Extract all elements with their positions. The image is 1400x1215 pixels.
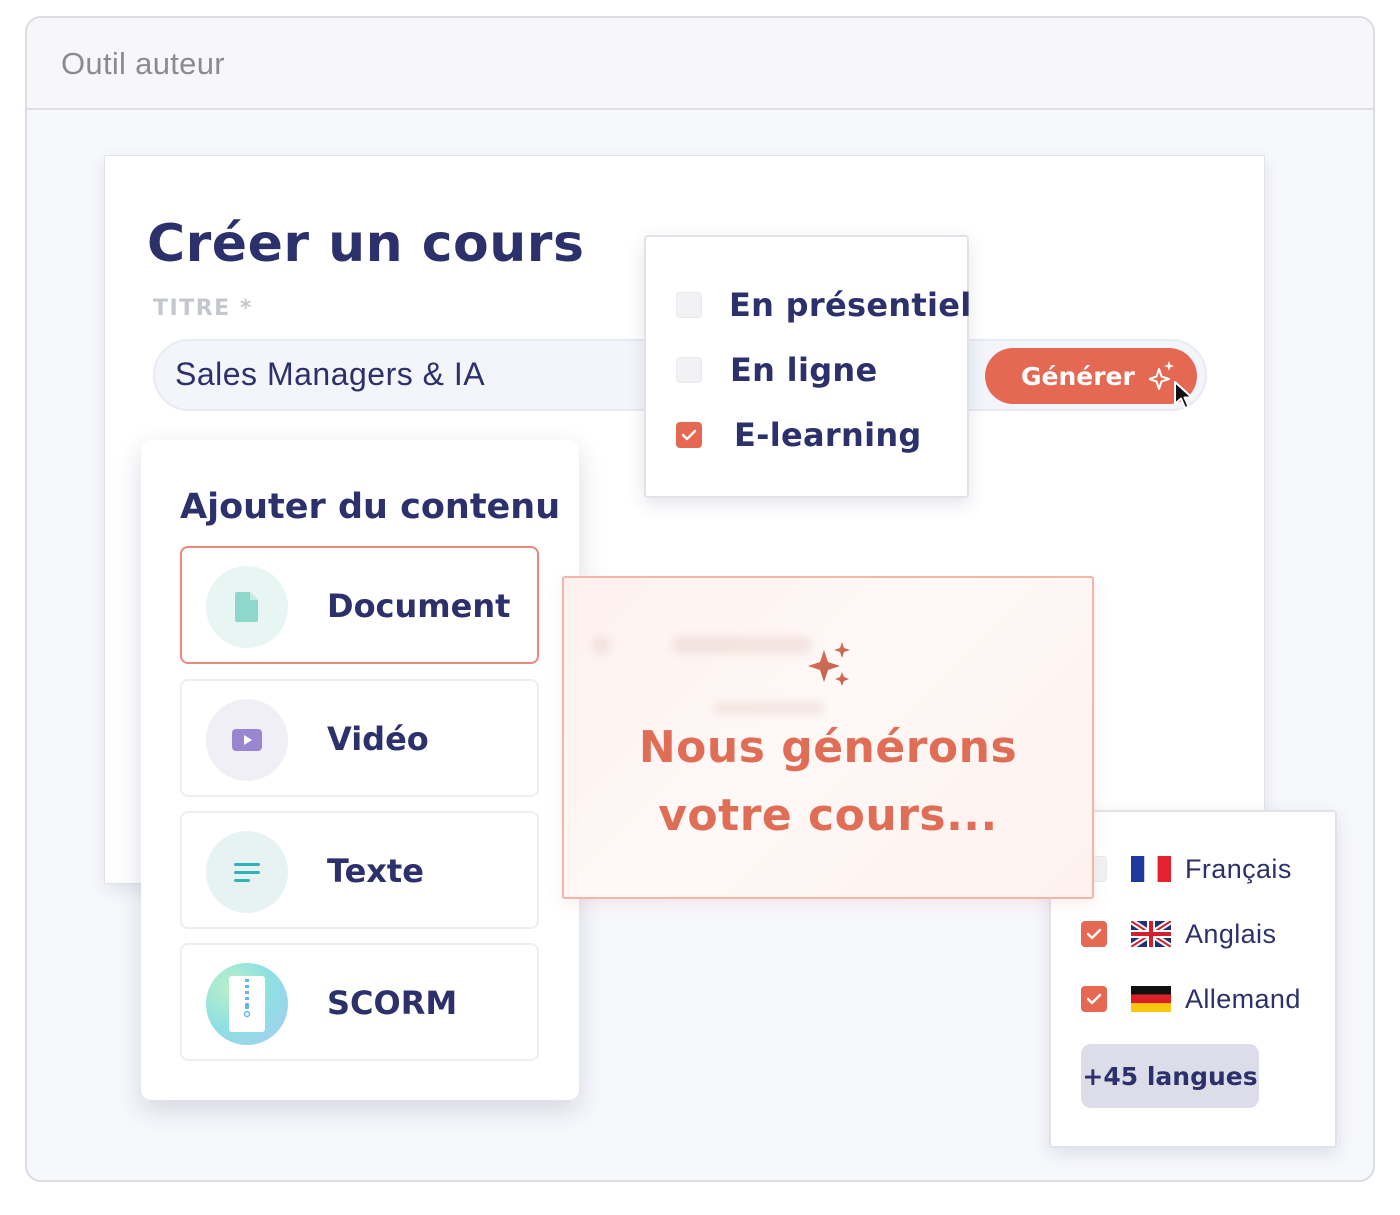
content-item-label: SCORM <box>327 984 458 1022</box>
checkbox[interactable] <box>676 292 702 318</box>
blurred-placeholder <box>672 636 812 654</box>
window-title: Outil auteur <box>61 46 225 81</box>
checkbox-checked[interactable] <box>1081 921 1107 947</box>
content-item-text[interactable]: Texte <box>180 811 539 929</box>
checkbox-checked[interactable] <box>676 422 702 448</box>
france-flag-icon <box>1131 856 1171 882</box>
format-option-en-ligne[interactable]: En ligne <box>676 350 878 390</box>
generating-message-line1: Nous générons <box>638 722 1018 773</box>
check-icon <box>1086 993 1102 1005</box>
generating-message-line2: votre cours... <box>658 790 998 841</box>
course-title-value: Sales Managers & IA <box>175 356 486 392</box>
add-content-heading: Ajouter du contenu <box>180 487 561 527</box>
uk-flag-icon <box>1131 921 1171 947</box>
more-languages-button[interactable]: +45 langues <box>1081 1044 1259 1108</box>
blurred-placeholder <box>592 636 610 654</box>
content-item-label: Texte <box>327 852 424 890</box>
generate-button-label: Générer <box>1021 361 1135 391</box>
language-option-francais[interactable]: Français <box>1081 852 1292 886</box>
format-option-label: En ligne <box>730 351 878 389</box>
content-item-document[interactable]: Document <box>180 546 539 664</box>
content-item-video[interactable]: Vidéo <box>180 679 539 797</box>
check-icon <box>681 429 697 441</box>
generate-button[interactable]: Générer <box>985 348 1197 404</box>
page-title: Créer un cours <box>147 214 585 274</box>
format-option-presentiel[interactable]: En présentiel <box>676 285 972 325</box>
check-icon <box>1086 928 1102 940</box>
format-option-label: E-learning <box>734 416 922 454</box>
language-label: Français <box>1185 853 1292 884</box>
add-content-panel: Ajouter du contenu Document Vidéo Texte … <box>141 440 579 1100</box>
sparkle-icon <box>1148 361 1174 390</box>
checkbox-checked[interactable] <box>1081 986 1107 1012</box>
video-icon <box>206 699 288 781</box>
blurred-placeholder <box>714 702 824 714</box>
format-option-e-learning[interactable]: E-learning <box>676 415 922 455</box>
window-header: Outil auteur <box>27 18 1373 110</box>
mouse-cursor-icon <box>1174 381 1193 409</box>
language-label: Anglais <box>1185 918 1277 949</box>
content-item-scorm[interactable]: SCORM <box>180 943 539 1061</box>
language-label: Allemand <box>1185 983 1301 1014</box>
document-icon <box>206 566 288 648</box>
language-option-allemand[interactable]: Allemand <box>1081 982 1301 1016</box>
format-option-label: En présentiel <box>729 286 972 324</box>
title-field-label: TITRE * <box>153 296 253 321</box>
language-option-anglais[interactable]: Anglais <box>1081 917 1276 951</box>
content-item-label: Vidéo <box>327 720 429 758</box>
scorm-archive-icon <box>206 963 288 1045</box>
content-item-label: Document <box>327 587 511 625</box>
text-lines-icon <box>206 831 288 913</box>
generating-course-overlay: Nous générons votre cours... <box>562 576 1094 899</box>
sparkle-icon <box>808 642 850 686</box>
format-options-panel: En présentiel En ligne E-learning <box>644 235 972 498</box>
checkbox[interactable] <box>676 357 702 383</box>
germany-flag-icon <box>1131 986 1171 1012</box>
